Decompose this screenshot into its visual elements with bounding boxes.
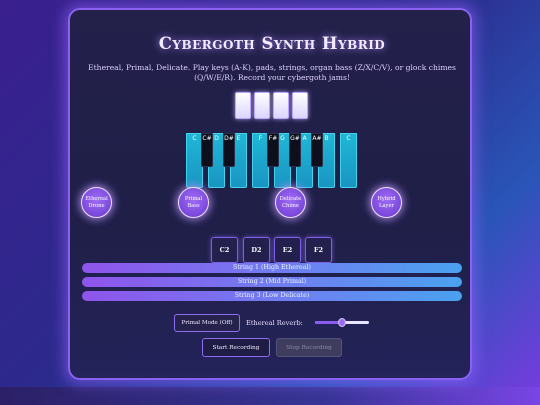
organ-bass-e2-button[interactable]: E2 xyxy=(274,237,301,263)
synth-panel: Cybergoth Synth Hybrid Ethereal, Primal,… xyxy=(68,8,472,380)
bottom-strip xyxy=(0,387,540,405)
key-label: F xyxy=(258,135,263,142)
chime-key-4[interactable] xyxy=(292,92,308,119)
string-3[interactable]: String 3 (Low Delicate) xyxy=(82,291,462,301)
key-label: G# xyxy=(290,135,300,142)
organ-bass-d2-button[interactable]: D2 xyxy=(243,237,270,263)
key-label: A# xyxy=(312,135,322,142)
piano-key-c-sharp[interactable]: C# xyxy=(201,133,213,167)
reverb-slider-thumb[interactable] xyxy=(338,318,346,327)
string-2[interactable]: String 2 (Mid Primal) xyxy=(82,277,462,287)
pad-ethereal-drone[interactable]: Ethereal Drone xyxy=(81,187,112,218)
pad-primal-bass[interactable]: Primal Bass xyxy=(178,187,209,218)
pad-hybrid-layer[interactable]: Hybrid Layer xyxy=(371,187,402,218)
bass-label: C2 xyxy=(219,246,230,254)
bass-label: D2 xyxy=(251,246,262,254)
piano-key-f-sharp[interactable]: F# xyxy=(267,133,279,167)
reverb-slider[interactable] xyxy=(315,318,369,327)
chime-key-2[interactable] xyxy=(254,92,270,119)
stop-recording-button: Stop Recording xyxy=(276,338,342,357)
pad-label: Primal Bass xyxy=(184,196,203,209)
bass-label: F2 xyxy=(313,246,324,254)
piano-key-c-high[interactable]: C xyxy=(340,133,357,188)
chime-key-1[interactable] xyxy=(235,92,251,119)
key-label: D# xyxy=(224,135,234,142)
pad-label: Hybrid Layer xyxy=(377,196,396,209)
page-title: Cybergoth Synth Hybrid xyxy=(158,34,386,53)
key-label: C# xyxy=(202,135,212,142)
string-1[interactable]: String 1 (High Ethereal) xyxy=(82,263,462,273)
primal-mode-button[interactable]: Primal Mode (Off) xyxy=(174,314,240,332)
pad-label: Delicate Chime xyxy=(279,196,302,209)
reverb-label: Ethereal Reverb: xyxy=(246,319,303,327)
key-label: C xyxy=(192,135,197,142)
pad-delicate-chime[interactable]: Delicate Chime xyxy=(275,187,306,218)
start-recording-button[interactable]: Start Recording xyxy=(202,338,270,357)
piano-key-g-sharp[interactable]: G# xyxy=(289,133,301,167)
piano-keyboard: C D E F G A B C C# D# F# G# A# xyxy=(186,133,358,188)
key-label: C xyxy=(346,135,351,142)
chime-key-3[interactable] xyxy=(273,92,289,119)
bass-label: E2 xyxy=(282,246,293,254)
organ-bass-f2-button[interactable]: F2 xyxy=(305,237,332,263)
piano-key-d-sharp[interactable]: D# xyxy=(223,133,235,167)
piano-key-a-sharp[interactable]: A# xyxy=(311,133,323,167)
pad-label: Ethereal Drone xyxy=(85,196,108,209)
organ-bass-c2-button[interactable]: C2 xyxy=(211,237,238,263)
key-label: F# xyxy=(268,135,278,142)
instructions-text: Ethereal, Primal, Delicate. Play keys (A… xyxy=(88,63,456,82)
